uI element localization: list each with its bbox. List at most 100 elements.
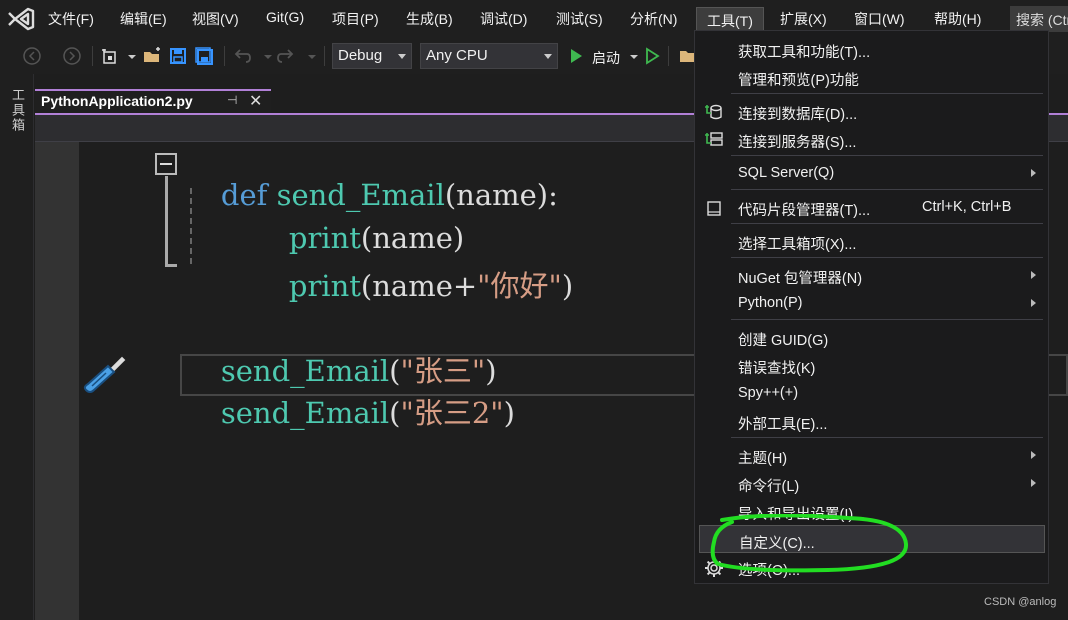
pin-icon[interactable]: ⊣: [227, 93, 237, 107]
toolbar-separator: [668, 46, 669, 66]
save-all-icon[interactable]: [194, 46, 214, 66]
platform-select[interactable]: Any CPU: [420, 43, 558, 69]
menu-item-label: 代码片段管理器(T)...: [738, 203, 871, 219]
start-button[interactable]: 启动: [592, 48, 620, 68]
menu-item-command-line[interactable]: 命令行(L): [695, 469, 1048, 497]
menu-item-sql-server[interactable]: SQL Server(Q): [695, 159, 1048, 187]
menu-help[interactable]: 帮助(H): [934, 9, 981, 29]
menu-item-python[interactable]: Python(P): [695, 289, 1048, 317]
platform-value: Any CPU: [426, 47, 488, 64]
watermark: CSDN @anlog: [984, 596, 1057, 608]
visual-studio-logo-icon: [8, 7, 35, 31]
menu-analyze[interactable]: 分析(N): [630, 9, 677, 29]
string-literal: "你好": [477, 269, 562, 303]
tools-menu-dropdown: 获取工具和功能(T)... 管理和预览(P)功能 连接到数据库(D)... 连接…: [694, 30, 1049, 584]
menu-separator: [731, 93, 1043, 94]
toolbox-strip: [0, 74, 34, 620]
function-name: send_Email: [220, 396, 390, 430]
start-icon[interactable]: [566, 46, 586, 66]
code-text: ): [561, 269, 574, 303]
menu-item-connect-server[interactable]: 连接到服务器(S)...: [695, 125, 1048, 153]
menu-git[interactable]: Git(G): [266, 9, 304, 25]
server-connect-icon: [705, 132, 723, 146]
quick-actions-screwdriver-icon[interactable]: [80, 352, 128, 398]
glyph-margin[interactable]: [35, 142, 79, 620]
code-text: ): [503, 396, 515, 430]
menu-item-label: 连接到数据库(D)...: [738, 107, 858, 123]
menu-item-label: Python(P): [738, 295, 803, 311]
submenu-arrow-icon: [1031, 271, 1036, 279]
fold-outline-end: [165, 264, 177, 267]
back-icon[interactable]: [22, 46, 42, 66]
menu-item-error-lookup[interactable]: 错误查找(K): [695, 351, 1048, 379]
string-literal: "张三2": [400, 396, 504, 430]
code-line-6: send_Email("张三2"): [184, 356, 515, 466]
snippet-icon: [707, 201, 721, 216]
document-tab[interactable]: PythonApplication2.py ⊣ ✕: [35, 89, 271, 113]
save-icon[interactable]: [168, 46, 188, 66]
menu-project[interactable]: 项目(P): [332, 9, 379, 29]
menu-item-get-tools[interactable]: 获取工具和功能(T)...: [695, 35, 1048, 63]
configuration-value: Debug: [338, 47, 383, 64]
menu-item-label: SQL Server(Q): [738, 165, 835, 181]
menu-item-label: Spy++(+): [738, 385, 799, 401]
toolbar-separator: [324, 46, 325, 66]
forward-icon[interactable]: [62, 46, 82, 66]
new-project-icon[interactable]: [100, 46, 120, 66]
chevron-down-icon[interactable]: [122, 46, 142, 66]
configuration-select[interactable]: Debug: [332, 43, 412, 69]
menu-item-theme[interactable]: 主题(H): [695, 441, 1048, 469]
menu-item-connect-database[interactable]: 连接到数据库(D)...: [695, 97, 1048, 125]
menu-item-label: 创建 GUID(G): [738, 333, 829, 349]
menu-build[interactable]: 生成(B): [406, 9, 453, 29]
menu-item-choose-toolbox[interactable]: 选择工具箱项(X)...: [695, 227, 1048, 255]
open-folder-icon[interactable]: [142, 46, 162, 66]
search-box[interactable]: 搜索 (Ctrl: [1010, 6, 1068, 32]
menu-separator: [731, 257, 1043, 258]
menu-item-external-tools[interactable]: 外部工具(E)...: [695, 407, 1048, 435]
menu-item-label: 主题(H): [738, 451, 788, 467]
chevron-down-icon[interactable]: [258, 46, 278, 66]
undo-icon[interactable]: [232, 46, 252, 66]
toolbox-tab[interactable]: 工具箱: [8, 88, 27, 133]
vs-window: 文件(F) 编辑(E) 视图(V) Git(G) 项目(P) 生成(B) 调试(…: [0, 0, 1068, 620]
menu-item-label: 选择工具箱项(X)...: [738, 237, 857, 253]
menu-extensions[interactable]: 扩展(X): [780, 9, 827, 29]
toolbar-separator: [92, 46, 93, 66]
chevron-down-icon[interactable]: [624, 46, 644, 66]
submenu-arrow-icon: [1031, 451, 1036, 459]
chevron-down-icon[interactable]: [302, 46, 322, 66]
menu-view[interactable]: 视图(V): [192, 9, 239, 29]
menu-item-label: 命令行(L): [738, 479, 800, 495]
menu-debug[interactable]: 调试(D): [480, 9, 527, 29]
start-without-debugging-icon[interactable]: [642, 46, 662, 66]
menu-item-manage-preview[interactable]: 管理和预览(P)功能: [695, 63, 1048, 91]
menu-separator: [731, 319, 1043, 320]
fold-outline: [165, 176, 168, 266]
redo-icon[interactable]: [276, 46, 296, 66]
toolbar-separator: [224, 46, 225, 66]
menu-test[interactable]: 测试(S): [556, 9, 603, 29]
menu-item-shortcut: Ctrl+K, Ctrl+B: [922, 199, 1012, 215]
collapse-icon[interactable]: [155, 153, 177, 175]
menu-item-snippet-manager[interactable]: 代码片段管理器(T)... Ctrl+K, Ctrl+B: [695, 193, 1048, 221]
menu-edit[interactable]: 编辑(E): [120, 9, 167, 29]
submenu-arrow-icon: [1031, 169, 1036, 177]
menu-item-label: 连接到服务器(S)...: [738, 135, 857, 151]
database-connect-icon: [705, 104, 722, 120]
chevron-down-icon: [398, 54, 406, 59]
menu-window[interactable]: 窗口(W): [854, 9, 905, 29]
menu-item-nuget[interactable]: NuGet 包管理器(N): [695, 261, 1048, 289]
green-highlight-annotation: [710, 514, 908, 573]
code-text: (name+: [360, 269, 478, 303]
menu-item-label: 外部工具(E)...: [738, 417, 828, 433]
menu-separator: [731, 189, 1043, 190]
submenu-arrow-icon: [1031, 479, 1036, 487]
close-icon[interactable]: ✕: [249, 91, 262, 111]
menu-item-create-guid[interactable]: 创建 GUID(G): [695, 323, 1048, 351]
menu-item-label: 管理和预览(P)功能: [738, 73, 859, 89]
menu-file[interactable]: 文件(F): [48, 9, 94, 29]
menu-separator: [731, 223, 1043, 224]
function-name: print: [288, 269, 361, 303]
menu-item-spy[interactable]: Spy++(+): [695, 379, 1048, 407]
